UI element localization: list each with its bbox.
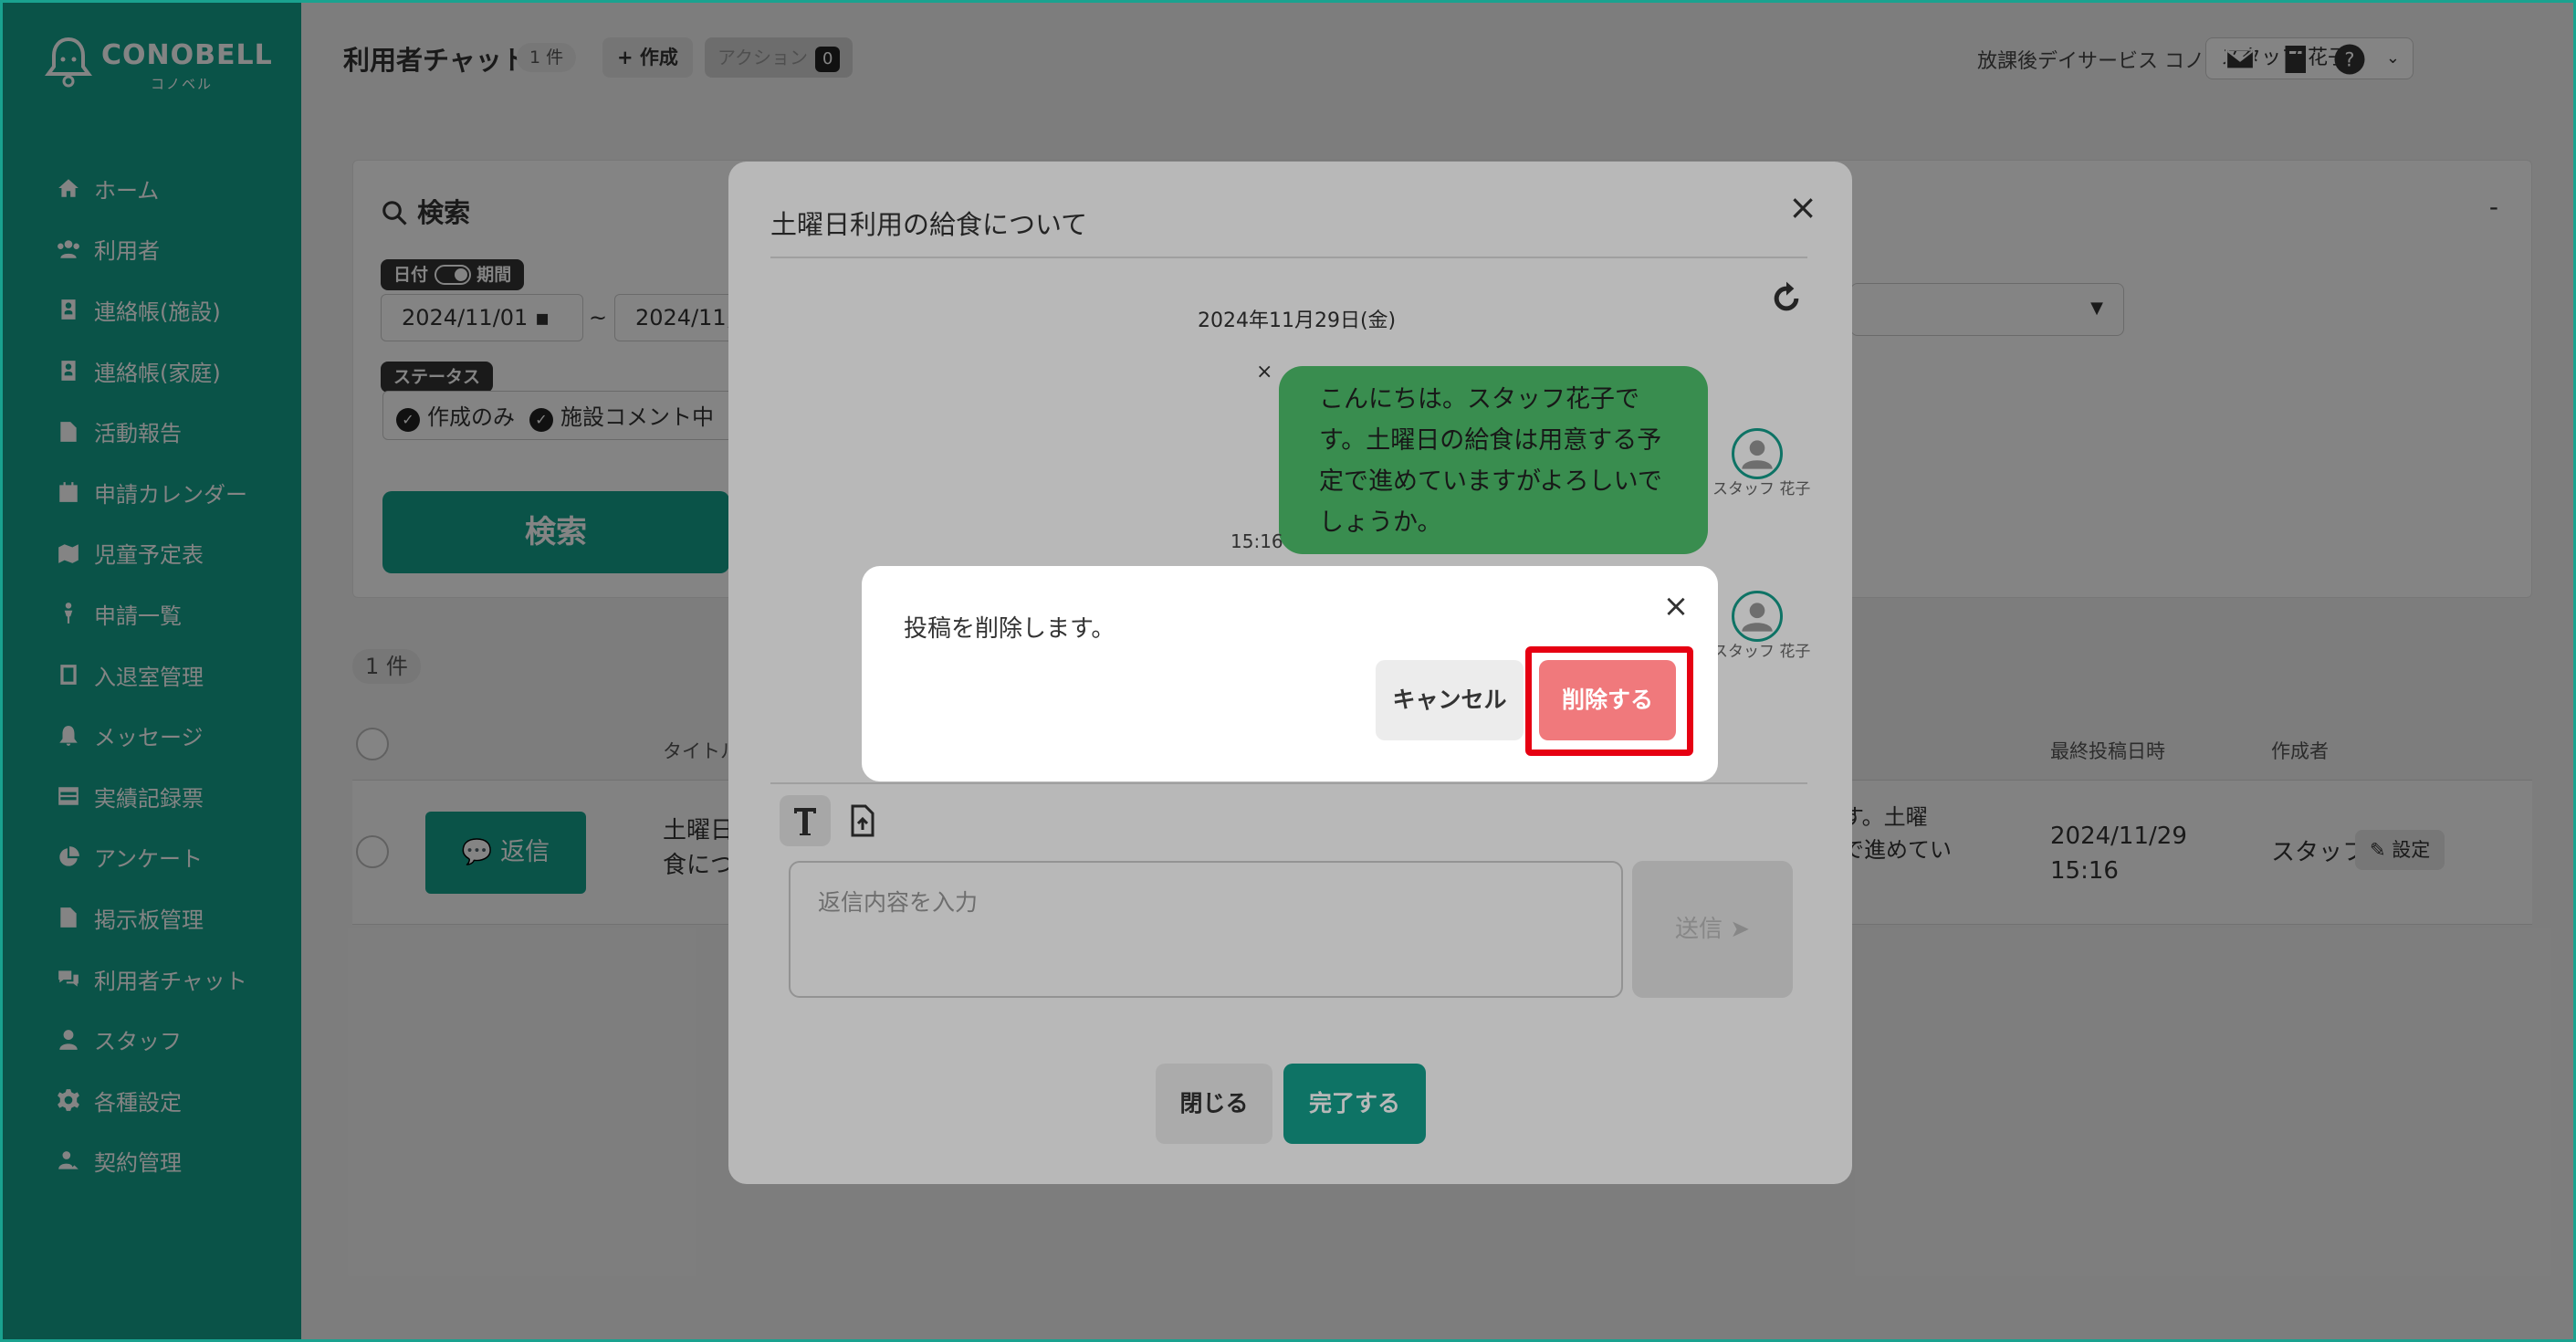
confirm-message: 投稿を削除します。: [904, 615, 1115, 643]
app-frame: CONOBELL コノベル ホーム 利用者 連絡帳(施設) 連絡帳(家庭) 活動…: [3, 3, 2573, 1339]
close-icon[interactable]: ×: [1660, 590, 1692, 623]
confirm-delete-modal: 投稿を削除します。 × キャンセル 削除する: [862, 566, 1718, 781]
delete-button[interactable]: 削除する: [1539, 660, 1676, 740]
cancel-button[interactable]: キャンセル: [1376, 660, 1524, 740]
